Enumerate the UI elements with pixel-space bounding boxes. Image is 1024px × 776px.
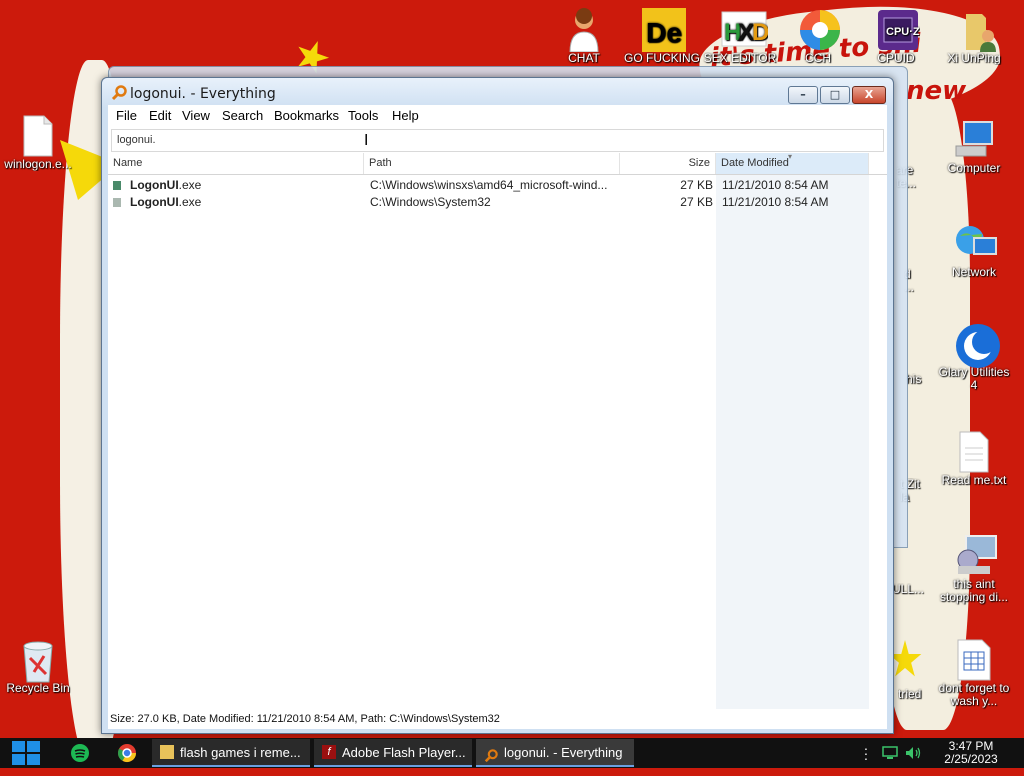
sort-descending-icon: ▾ [788, 153, 793, 161]
desktop-icon-winlogon[interactable]: winlogon.e... [0, 114, 76, 171]
recycle-bin-icon [18, 638, 58, 683]
table-row[interactable]: LogonUI.exe C:\Windows\System32 27 KB 11… [108, 194, 887, 211]
window-client: File Edit View Search Bookmarks Tools He… [108, 105, 887, 729]
network-tray-icon[interactable] [882, 746, 898, 776]
date-column-highlight [716, 175, 869, 709]
close-button[interactable]: X [852, 86, 886, 104]
exe-file-icon [113, 198, 121, 207]
clock[interactable]: 3:47 PM 2/25/2023 [936, 740, 1006, 766]
desktop-icon-read-me[interactable]: Read me.txt [936, 430, 1012, 487]
desktop-icon-cpuid[interactable]: CPU·Z CPUID [858, 8, 934, 65]
desktop-icon-dont-forget[interactable]: dont forget to wash y... [936, 638, 1012, 708]
glary-utilities-icon [954, 322, 1000, 368]
menu-view[interactable]: View [182, 108, 210, 123]
desktop-icon-glary-utilities[interactable]: Glary Utilities 4 [936, 322, 1012, 392]
desktop-icon-computer[interactable]: Computer [936, 118, 1012, 175]
taskbar: flash games i reme... f Adobe Flash Play… [0, 738, 1024, 768]
desktop-icon-cch[interactable]: CCH [780, 8, 856, 65]
menu-tools[interactable]: Tools [348, 108, 378, 123]
window-title: logonui. - Everything [130, 86, 276, 102]
spotify-taskbar-icon[interactable] [70, 743, 90, 763]
column-header-path[interactable]: Path [364, 153, 620, 174]
table-row[interactable]: LogonUI.exe C:\Windows\winsxs\amd64_micr… [108, 177, 887, 194]
computer-icon [954, 118, 994, 158]
results-list: Name Path Size Date Modified ▾ LogonUI.e… [108, 153, 887, 709]
everything-window: logonui. - Everything – □ X File Edit Vi… [101, 77, 894, 734]
desktop-icon-go-fucking[interactable]: De GO FUCKING [624, 8, 700, 65]
overflow-dots-icon[interactable]: · · · [862, 741, 870, 776]
text-file-icon [954, 430, 994, 473]
magnifier-icon [484, 745, 498, 763]
menu-bookmarks[interactable]: Bookmarks [274, 108, 339, 123]
column-header-row: Name Path Size Date Modified ▾ [108, 153, 887, 175]
text-cursor-icon: I [364, 131, 369, 149]
user-folder-icon [954, 8, 996, 52]
magnifier-icon [111, 85, 127, 101]
desktop-icon-chat[interactable]: CHAT [546, 8, 622, 65]
column-header-size[interactable]: Size [620, 153, 716, 174]
svg-text:CPU·Z: CPU·Z [886, 26, 920, 38]
windows-logo-icon [12, 741, 40, 765]
desktop-icon-this-aint-stopping[interactable]: this aint stopping di... [936, 534, 1012, 604]
minimize-button[interactable]: – [788, 86, 818, 104]
desktop-icon-sex-editor[interactable]: HXD SEX EDITOR [702, 8, 778, 65]
taskbar-button-flash-player[interactable]: f Adobe Flash Player... [314, 739, 472, 767]
taskbar-button-folder[interactable]: flash games i reme... [152, 739, 310, 767]
search-box[interactable]: I [111, 129, 884, 152]
desktop-icon-recycle-bin[interactable]: Recycle Bin [0, 638, 76, 695]
title-bar[interactable]: logonui. - Everything – □ X [102, 78, 893, 108]
start-button[interactable] [8, 740, 44, 766]
menu-search[interactable]: Search [222, 108, 263, 123]
desktop-icon-network[interactable]: Network [936, 222, 1012, 279]
chrome-taskbar-icon[interactable] [117, 743, 137, 763]
search-input[interactable] [117, 132, 817, 148]
svg-text:D: D [752, 19, 768, 46]
desktop-icon-xi-unping[interactable]: Xi UnPing [936, 8, 1012, 65]
file-icon [18, 114, 58, 157]
menu-help[interactable]: Help [392, 108, 419, 123]
hxd-editor-icon: HXD [720, 8, 769, 48]
taskbar-button-everything[interactable]: logonui. - Everything [476, 739, 634, 767]
maximize-button[interactable]: □ [820, 86, 850, 104]
network-globe-icon [954, 222, 997, 262]
menu-file[interactable]: File [116, 108, 137, 123]
volume-tray-icon[interactable] [905, 746, 923, 776]
flash-player-icon: f [322, 745, 336, 759]
menu-edit[interactable]: Edit [149, 108, 171, 123]
exe-file-icon [113, 181, 121, 190]
column-header-date-modified[interactable]: Date Modified ▾ [716, 153, 869, 174]
svg-text:De: De [646, 17, 682, 48]
cpu-z-icon: CPU·Z [876, 8, 920, 50]
status-bar: Size: 27.0 KB, Date Modified: 11/21/2010… [108, 709, 887, 729]
wallpaper-graffiti-text-2: new [906, 76, 967, 106]
colorful-circle-icon [798, 8, 840, 50]
de-app-icon: De [642, 8, 686, 52]
calendar-file-icon [954, 638, 994, 681]
column-header-name[interactable]: Name [108, 153, 364, 174]
menu-bar: File Edit View Search Bookmarks Tools He… [108, 105, 887, 127]
network-computer-icon [954, 534, 997, 574]
folder-icon [160, 745, 174, 759]
doctor-icon [564, 8, 604, 53]
